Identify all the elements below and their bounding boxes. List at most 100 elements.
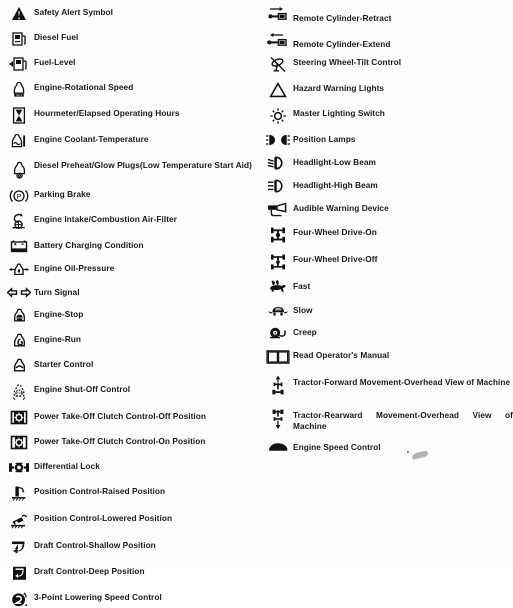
fast-rabbit-icon [263, 279, 293, 295]
list-item-label: Draft Control-Shallow Position [34, 540, 156, 550]
list-item: Remote Cylinder-Retract [263, 5, 513, 24]
list-item-label: Headlight-Low Beam [293, 157, 376, 167]
draft-control-shallow-icon [4, 538, 34, 555]
list-item: Position Control-Lowered Position [4, 511, 262, 529]
list-item: Slow [263, 303, 513, 317]
remote-cylinder-extend-icon [263, 31, 293, 49]
list-item: Power Take-Off Clutch Control-On Positio… [4, 434, 262, 450]
list-item-label: Battery Charging Condition [34, 240, 144, 250]
list-item: Engine Intake/Combustion Air-Filter [4, 212, 262, 230]
list-item-label: Diesel Preheat/Glow Plugs(Low Temperatur… [34, 160, 252, 170]
list-item-label: Read Operator's Manual [293, 350, 390, 360]
list-item-label: Tractor-Rearward Movement-Overhead View … [293, 410, 513, 431]
pto-clutch-off-icon [4, 409, 34, 425]
list-item: Draft Control-Deep Position [4, 564, 262, 581]
three-point-lowering-speed-icon [4, 590, 34, 608]
list-item: Fast [263, 279, 513, 295]
list-item: Position Control-Raised Position [4, 484, 262, 502]
position-lamps-icon [263, 132, 293, 147]
list-item: Position Lamps [263, 132, 513, 147]
list-item: 3-Point Lowering Speed Control [4, 590, 262, 608]
engine-coolant-temperature-icon [4, 132, 34, 149]
list-item: Creep [263, 325, 513, 340]
hazard-warning-lights-icon [263, 81, 293, 98]
list-item-label: Engine-Stop [34, 309, 84, 319]
list-item: Audible Warning Device [263, 201, 513, 217]
list-item-label: Creep [293, 327, 317, 337]
draft-control-deep-icon [4, 564, 34, 581]
list-item: Four-Wheel Drive-Off [263, 252, 513, 271]
list-item-label: Safety Alert Symbol [34, 7, 114, 17]
list-item: Hazard Warning Lights [263, 81, 513, 98]
list-item: Starter Control [4, 357, 262, 374]
differential-lock-icon [4, 459, 34, 475]
engine-shut-off-control-icon: STOP [4, 382, 34, 400]
list-item-label: Turn Signal [34, 287, 80, 297]
remote-cylinder-retract-icon [263, 5, 293, 23]
list-item-label: Slow [293, 305, 313, 315]
svg-text:OO: OO [17, 174, 22, 178]
svg-text:P: P [17, 194, 22, 201]
list-item: STOP Engine Shut-Off Control [4, 382, 262, 400]
list-item-label: Engine-Run [34, 334, 82, 344]
turn-signal-arrows-icon [4, 285, 34, 299]
list-item-label: Differential Lock [34, 461, 100, 471]
diesel-preheat-glow-plug-icon: OO [4, 158, 34, 179]
audible-warning-horn-icon [263, 201, 293, 217]
svg-text:STOP: STOP [15, 316, 23, 320]
list-item-label: Parking Brake [34, 189, 91, 199]
engine-run-icon [4, 332, 34, 349]
left-symbol-column: Safety Alert Symbol Diesel Fuel Fuel-Lev… [4, 0, 262, 608]
list-item: Engine-Run [4, 332, 262, 349]
diesel-fuel-pump-icon [4, 30, 34, 47]
tractor-forward-movement-icon [263, 373, 293, 397]
list-item-label: Engine Intake/Combustion Air-Filter [34, 214, 177, 224]
list-item-label: Fast [293, 281, 311, 291]
list-item-label: Engine Shut-Off Control [34, 384, 131, 394]
right-symbol-column: Remote Cylinder-Retract Remote Cylinder-… [263, 0, 513, 454]
list-item-label: Position Control-Raised Position [34, 486, 166, 496]
list-item: OO Diesel Preheat/Glow Plugs(Low Tempera… [4, 158, 262, 179]
list-item-label: Master Lighting Switch [293, 108, 385, 118]
list-item: Draft Control-Shallow Position [4, 538, 262, 555]
safety-alert-triangle-icon [4, 5, 34, 22]
creep-snail-icon [263, 325, 293, 340]
list-item: Steering Wheel-Tilt Control [263, 55, 513, 73]
list-item: Turn Signal [4, 285, 262, 299]
list-item-label: Position Lamps [293, 134, 356, 144]
list-item-label: Fuel-Level [34, 57, 76, 67]
list-item: Engine Speed Control [263, 440, 513, 454]
list-item: Master Lighting Switch [263, 106, 513, 124]
pto-clutch-on-icon [4, 434, 34, 450]
list-item-label: Hazard Warning Lights [293, 83, 385, 93]
list-item-label: Power Take-Off Clutch Control-On Positio… [34, 436, 206, 446]
list-item-label: Engine Speed Control [293, 442, 381, 452]
slow-turtle-icon [263, 303, 293, 317]
scan-artifact-dot [407, 451, 409, 453]
master-lighting-switch-icon [263, 106, 293, 124]
engine-air-filter-icon [4, 212, 34, 230]
list-item: Differential Lock [4, 459, 262, 475]
engine-rotational-speed-icon: min-1 [4, 80, 34, 98]
list-item: Four-Wheel Drive-On [263, 225, 513, 244]
list-item-label: Position Control-Lowered Position [34, 513, 173, 523]
list-item-label: Remote Cylinder-Retract [293, 13, 392, 23]
engine-oil-pressure-icon [4, 261, 34, 277]
list-item: Hourmeter/Elapsed Operating Hours [4, 106, 262, 124]
tractor-rearward-movement-icon [263, 406, 293, 430]
list-item: P Parking Brake [4, 187, 262, 204]
list-item: STOP Engine-Stop [4, 307, 262, 324]
list-item-label: Engine-Rotational Speed [34, 82, 134, 92]
list-item: Engine Coolant-Temperature [4, 132, 262, 149]
list-item: Tractor-Forward Movement-Overhead View o… [263, 373, 513, 397]
list-item: Safety Alert Symbol [4, 5, 262, 22]
position-control-raised-icon [4, 484, 34, 502]
hourglass-hourmeter-icon [4, 106, 34, 124]
four-wheel-drive-on-icon [263, 225, 293, 244]
list-item: Headlight-High Beam [263, 178, 513, 193]
four-wheel-drive-off-icon [263, 252, 293, 271]
list-item: Tractor-Rearward Movement-Overhead View … [263, 406, 513, 431]
symbol-legend-page: Safety Alert Symbol Diesel Fuel Fuel-Lev… [0, 0, 513, 607]
operators-manual-book-icon [263, 348, 293, 364]
list-item: Battery Charging Condition [4, 238, 262, 253]
